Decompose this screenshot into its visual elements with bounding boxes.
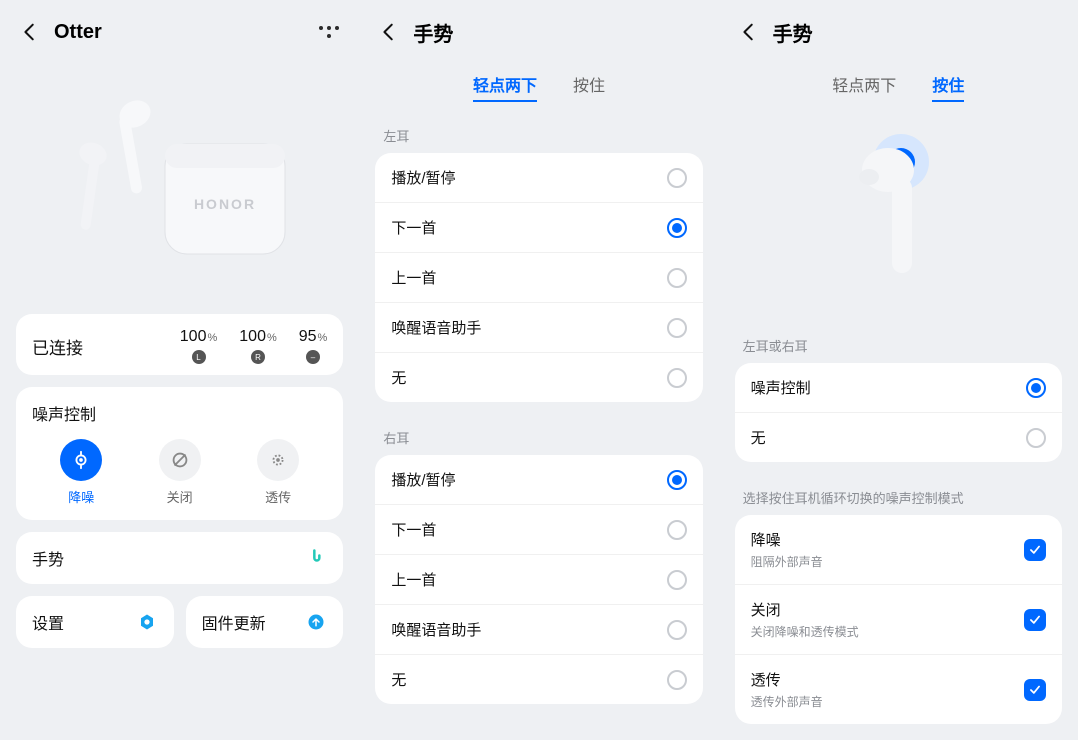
header: Otter bbox=[10, 10, 349, 54]
option-none[interactable]: 无 bbox=[375, 655, 702, 704]
gesture-tabs: 轻点两下 按住 bbox=[369, 54, 708, 112]
noise-mode-off[interactable]: 关闭 bbox=[159, 439, 201, 506]
option-play-pause[interactable]: 播放/暂停 bbox=[375, 153, 702, 203]
option-prev[interactable]: 上一首 bbox=[375, 253, 702, 303]
radio-icon bbox=[667, 620, 687, 640]
page-title: 手势 bbox=[773, 18, 1060, 47]
gestures-row[interactable]: 手势 bbox=[16, 532, 343, 584]
page-title: Otter bbox=[54, 21, 317, 44]
option-none[interactable]: 无 bbox=[375, 353, 702, 402]
option-none[interactable]: 无 bbox=[735, 413, 1062, 462]
status-card: 已连接 100% L 100% R 95% – bbox=[16, 314, 343, 375]
page-title: 手势 bbox=[413, 18, 700, 47]
tab-hold[interactable]: 按住 bbox=[573, 72, 605, 102]
battery-left: 100% L bbox=[180, 328, 217, 365]
radio-icon bbox=[667, 520, 687, 540]
option-play-pause[interactable]: 播放/暂停 bbox=[375, 455, 702, 505]
radio-icon bbox=[667, 268, 687, 288]
back-icon[interactable] bbox=[377, 20, 401, 44]
screen-gestures-tap: 手势 轻点两下 按住 左耳 播放/暂停 下一首 上一首 唤醒语音助手 bbox=[359, 0, 718, 740]
tab-hold[interactable]: 按住 bbox=[932, 72, 964, 102]
radio-icon bbox=[667, 670, 687, 690]
cycle-anc[interactable]: 降噪 阻隔外部声音 bbox=[735, 515, 1062, 585]
tab-double-tap[interactable]: 轻点两下 bbox=[473, 72, 537, 102]
tab-double-tap[interactable]: 轻点两下 bbox=[832, 72, 896, 102]
right-ear-label: 右耳 bbox=[369, 414, 708, 455]
option-voice-assistant[interactable]: 唤醒语音助手 bbox=[375, 605, 702, 655]
option-next[interactable]: 下一首 bbox=[375, 203, 702, 253]
radio-icon bbox=[667, 318, 687, 338]
option-noise-control[interactable]: 噪声控制 bbox=[735, 363, 1062, 413]
battery-right: 100% R bbox=[239, 328, 276, 365]
connection-status: 已连接 bbox=[32, 334, 83, 359]
update-icon bbox=[305, 611, 327, 633]
firmware-row[interactable]: 固件更新 bbox=[186, 596, 344, 648]
product-image: HONOR bbox=[10, 64, 349, 284]
radio-icon bbox=[1026, 428, 1046, 448]
cycle-modes-label: 选择按住耳机循环切换的噪声控制模式 bbox=[729, 474, 1068, 515]
left-ear-label: 左耳 bbox=[369, 112, 708, 153]
option-next[interactable]: 下一首 bbox=[375, 505, 702, 555]
noise-control-card: 噪声控制 降噪 关闭 透传 bbox=[16, 387, 343, 520]
battery-case: 95% – bbox=[299, 328, 328, 365]
left-ear-options: 播放/暂停 下一首 上一首 唤醒语音助手 无 bbox=[375, 153, 702, 402]
off-icon bbox=[159, 439, 201, 481]
either-ear-label: 左耳或右耳 bbox=[729, 322, 1068, 363]
back-icon[interactable] bbox=[18, 20, 42, 44]
noise-mode-anc[interactable]: 降噪 bbox=[60, 439, 102, 506]
svg-text:HONOR: HONOR bbox=[194, 196, 256, 212]
screen-gestures-hold: 手势 轻点两下 按住 左耳或右耳 噪声控制 无 选择按住 bbox=[719, 0, 1078, 740]
radio-icon bbox=[667, 470, 687, 490]
transparency-icon bbox=[257, 439, 299, 481]
radio-icon bbox=[667, 570, 687, 590]
touch-icon bbox=[305, 547, 327, 569]
earbud-image bbox=[729, 122, 1068, 292]
check-icon bbox=[1024, 609, 1046, 631]
cycle-options: 降噪 阻隔外部声音 关闭 关闭降噪和透传模式 透传 透传 bbox=[735, 515, 1062, 724]
gesture-tabs: 轻点两下 按住 bbox=[729, 54, 1068, 112]
right-ear-options: 播放/暂停 下一首 上一首 唤醒语音助手 无 bbox=[375, 455, 702, 704]
option-voice-assistant[interactable]: 唤醒语音助手 bbox=[375, 303, 702, 353]
screen-main: Otter HONOR 已连接 100% bbox=[0, 0, 359, 740]
back-icon[interactable] bbox=[737, 20, 761, 44]
anc-icon bbox=[60, 439, 102, 481]
more-icon[interactable] bbox=[317, 20, 341, 44]
noise-control-title: 噪声控制 bbox=[32, 401, 327, 425]
cycle-off[interactable]: 关闭 关闭降噪和透传模式 bbox=[735, 585, 1062, 655]
settings-row[interactable]: 设置 bbox=[16, 596, 174, 648]
check-icon bbox=[1024, 539, 1046, 561]
radio-icon bbox=[1026, 378, 1046, 398]
radio-icon bbox=[667, 368, 687, 388]
noise-mode-transparency[interactable]: 透传 bbox=[257, 439, 299, 506]
hold-options: 噪声控制 无 bbox=[735, 363, 1062, 462]
gear-icon bbox=[136, 611, 158, 633]
check-icon bbox=[1024, 679, 1046, 701]
radio-icon bbox=[667, 218, 687, 238]
radio-icon bbox=[667, 168, 687, 188]
option-prev[interactable]: 上一首 bbox=[375, 555, 702, 605]
cycle-transparency[interactable]: 透传 透传外部声音 bbox=[735, 655, 1062, 724]
